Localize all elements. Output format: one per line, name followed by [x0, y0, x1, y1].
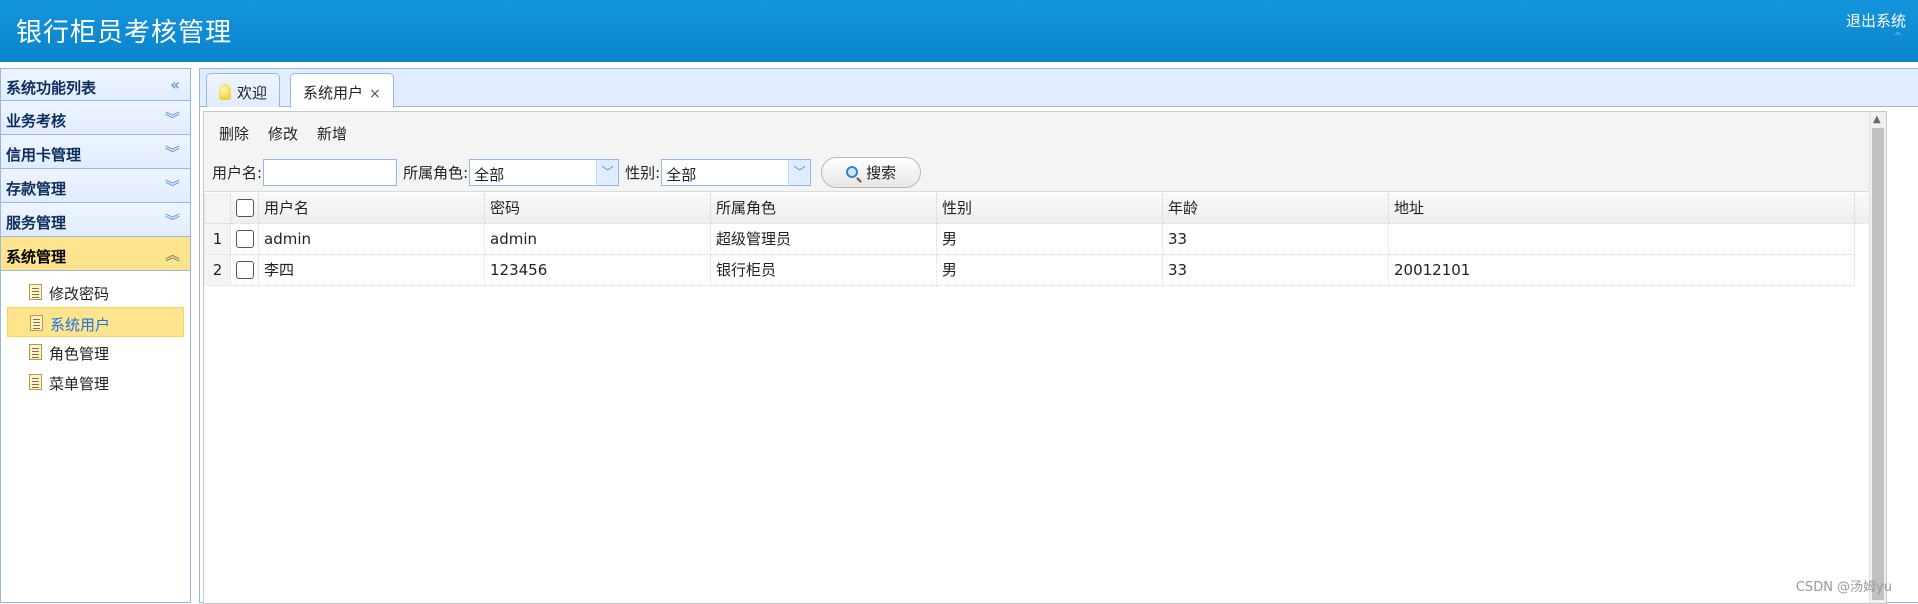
- row-number: 2: [205, 254, 231, 285]
- row-number: 1: [205, 223, 231, 254]
- cell-password: admin: [485, 223, 711, 254]
- select-all-checkbox-cell: [231, 193, 259, 223]
- cell-username: 李四: [259, 254, 485, 285]
- chevron-double-down-icon: ︾: [165, 210, 180, 231]
- column-header-role[interactable]: 所属角色: [711, 193, 937, 223]
- cell-age: 33: [1163, 254, 1389, 285]
- sidebar-item-system-users[interactable]: 系统用户: [7, 307, 184, 337]
- column-header-password[interactable]: 密码: [485, 193, 711, 223]
- chevron-double-down-icon: ︾: [165, 176, 180, 197]
- table-row[interactable]: 2 李四 123456 银行柜员 男 33 20012101: [205, 254, 1872, 285]
- sidebar-group-business-assessment[interactable]: 业务考核 ︾: [1, 101, 190, 135]
- column-header-age[interactable]: 年龄: [1163, 193, 1389, 223]
- cell-address: 20012101: [1389, 254, 1855, 285]
- select-all-checkbox[interactable]: [236, 199, 254, 217]
- document-icon: [29, 374, 42, 390]
- chevron-double-up-icon: ︽: [165, 244, 180, 265]
- lightbulb-icon: [219, 84, 231, 100]
- scrollbar-thumb[interactable]: [1872, 128, 1884, 600]
- role-select-value: 全部: [474, 166, 504, 184]
- document-icon: [30, 315, 43, 331]
- cell-role: 银行柜员: [711, 254, 937, 285]
- chevron-double-down-icon: ︾: [165, 142, 180, 163]
- sidebar-group-service[interactable]: 服务管理 ︾: [1, 203, 190, 237]
- tab-label: 欢迎: [237, 84, 267, 102]
- cell-age: 33: [1163, 223, 1389, 254]
- app-title: 银行柜员考核管理: [16, 12, 232, 49]
- sidebar-item-label: 角色管理: [49, 345, 109, 363]
- content-panel: 删除 修改 新增 用户名: 所属角色: 全部 ﹀ 性别: 全部 ﹀ 搜索: [203, 111, 1887, 604]
- row-number-header: [205, 193, 231, 223]
- watermark: CSDN @汤姆yu: [1796, 576, 1892, 595]
- logout-link[interactable]: 退出系统: [1846, 10, 1906, 31]
- search-icon: [846, 166, 858, 178]
- username-label: 用户名:: [212, 162, 262, 183]
- tab-bar: 欢迎 系统用户 ×: [200, 69, 1918, 107]
- cell-gender: 男: [937, 254, 1163, 285]
- sidebar-group-label: 业务考核: [6, 112, 66, 130]
- sidebar: 系统功能列表 « 业务考核 ︾ 信用卡管理 ︾ 存款管理 ︾ 服务管理 ︾ 系统…: [0, 68, 191, 603]
- sidebar-item-label: 菜单管理: [49, 375, 109, 393]
- sidebar-group-system[interactable]: 系统管理 ︽: [1, 237, 190, 271]
- table-row[interactable]: 1 admin admin 超级管理员 男 33: [205, 223, 1872, 254]
- column-header-username[interactable]: 用户名: [259, 193, 485, 223]
- close-icon[interactable]: ×: [369, 86, 381, 102]
- delete-button[interactable]: 删除: [219, 123, 249, 144]
- app-header: 银行柜员考核管理 退出系统 ⌃: [0, 0, 1918, 62]
- username-input[interactable]: [263, 159, 397, 186]
- sidebar-group-label: 信用卡管理: [6, 146, 81, 164]
- users-table: 用户名 密码 所属角色 性别 年龄 地址 1 admin admin: [204, 193, 1871, 286]
- chevron-double-down-icon: ︾: [165, 108, 180, 129]
- sidebar-group-label: 存款管理: [6, 180, 66, 198]
- sidebar-item-change-password[interactable]: 修改密码: [7, 277, 184, 307]
- search-button-label: 搜索: [866, 162, 896, 183]
- tab-label: 系统用户: [303, 84, 363, 102]
- gender-label: 性别:: [625, 162, 660, 183]
- sidebar-group-deposit[interactable]: 存款管理 ︾: [1, 169, 190, 203]
- sidebar-item-label: 系统用户: [50, 316, 110, 334]
- scroll-up-icon: ⌃: [1892, 30, 1908, 46]
- tab-welcome[interactable]: 欢迎: [206, 73, 280, 107]
- chevron-down-icon[interactable]: ﹀: [596, 160, 618, 185]
- row-checkbox[interactable]: [236, 230, 254, 248]
- sidebar-group-label: 系统管理: [6, 248, 66, 266]
- cell-gender: 男: [937, 223, 1163, 254]
- search-button[interactable]: 搜索: [821, 157, 921, 188]
- sidebar-group-credit-card[interactable]: 信用卡管理 ︾: [1, 135, 190, 169]
- gender-select[interactable]: 全部 ﹀: [661, 159, 811, 186]
- scroll-up-arrow-icon[interactable]: ▲: [1873, 114, 1881, 125]
- add-button[interactable]: 新增: [317, 123, 347, 144]
- role-select[interactable]: 全部 ﹀: [469, 159, 619, 186]
- document-icon: [29, 284, 42, 300]
- row-checkbox[interactable]: [236, 261, 254, 279]
- document-icon: [29, 344, 42, 360]
- collapse-left-icon[interactable]: «: [170, 75, 180, 94]
- gender-select-value: 全部: [666, 166, 696, 184]
- row-checkbox-cell: [231, 254, 259, 285]
- tab-system-users[interactable]: 系统用户 ×: [290, 73, 394, 108]
- sidebar-item-menu-management[interactable]: 菜单管理: [7, 367, 184, 397]
- sidebar-item-label: 修改密码: [49, 285, 109, 303]
- column-header-address[interactable]: 地址: [1389, 193, 1855, 223]
- sidebar-item-role-management[interactable]: 角色管理: [7, 337, 184, 367]
- cell-password: 123456: [485, 254, 711, 285]
- role-label: 所属角色:: [403, 162, 468, 183]
- chevron-down-icon[interactable]: ﹀: [788, 160, 810, 185]
- row-checkbox-cell: [231, 223, 259, 254]
- sidebar-heading-label: 系统功能列表: [6, 79, 96, 97]
- sidebar-menu-list: 修改密码 系统用户 角色管理 菜单管理: [1, 271, 190, 397]
- vertical-scrollbar[interactable]: ▲: [1869, 112, 1886, 603]
- search-form: 用户名: 所属角色: 全部 ﹀ 性别: 全部 ﹀ 搜索: [212, 158, 921, 186]
- cell-address: [1389, 223, 1855, 254]
- table-header-row: 用户名 密码 所属角色 性别 年龄 地址: [205, 193, 1872, 223]
- column-header-gender[interactable]: 性别: [937, 193, 1163, 223]
- toolbar: 删除 修改 新增 用户名: 所属角色: 全部 ﹀ 性别: 全部 ﹀ 搜索: [204, 112, 1886, 192]
- edit-button[interactable]: 修改: [268, 123, 298, 144]
- sidebar-group-label: 服务管理: [6, 214, 66, 232]
- main-area: 欢迎 系统用户 × 删除 修改 新增 用户名: 所属角色: 全部 ﹀ 性别: 全部: [199, 68, 1918, 603]
- cell-username: admin: [259, 223, 485, 254]
- sidebar-heading: 系统功能列表 «: [1, 68, 190, 101]
- cell-role: 超级管理员: [711, 223, 937, 254]
